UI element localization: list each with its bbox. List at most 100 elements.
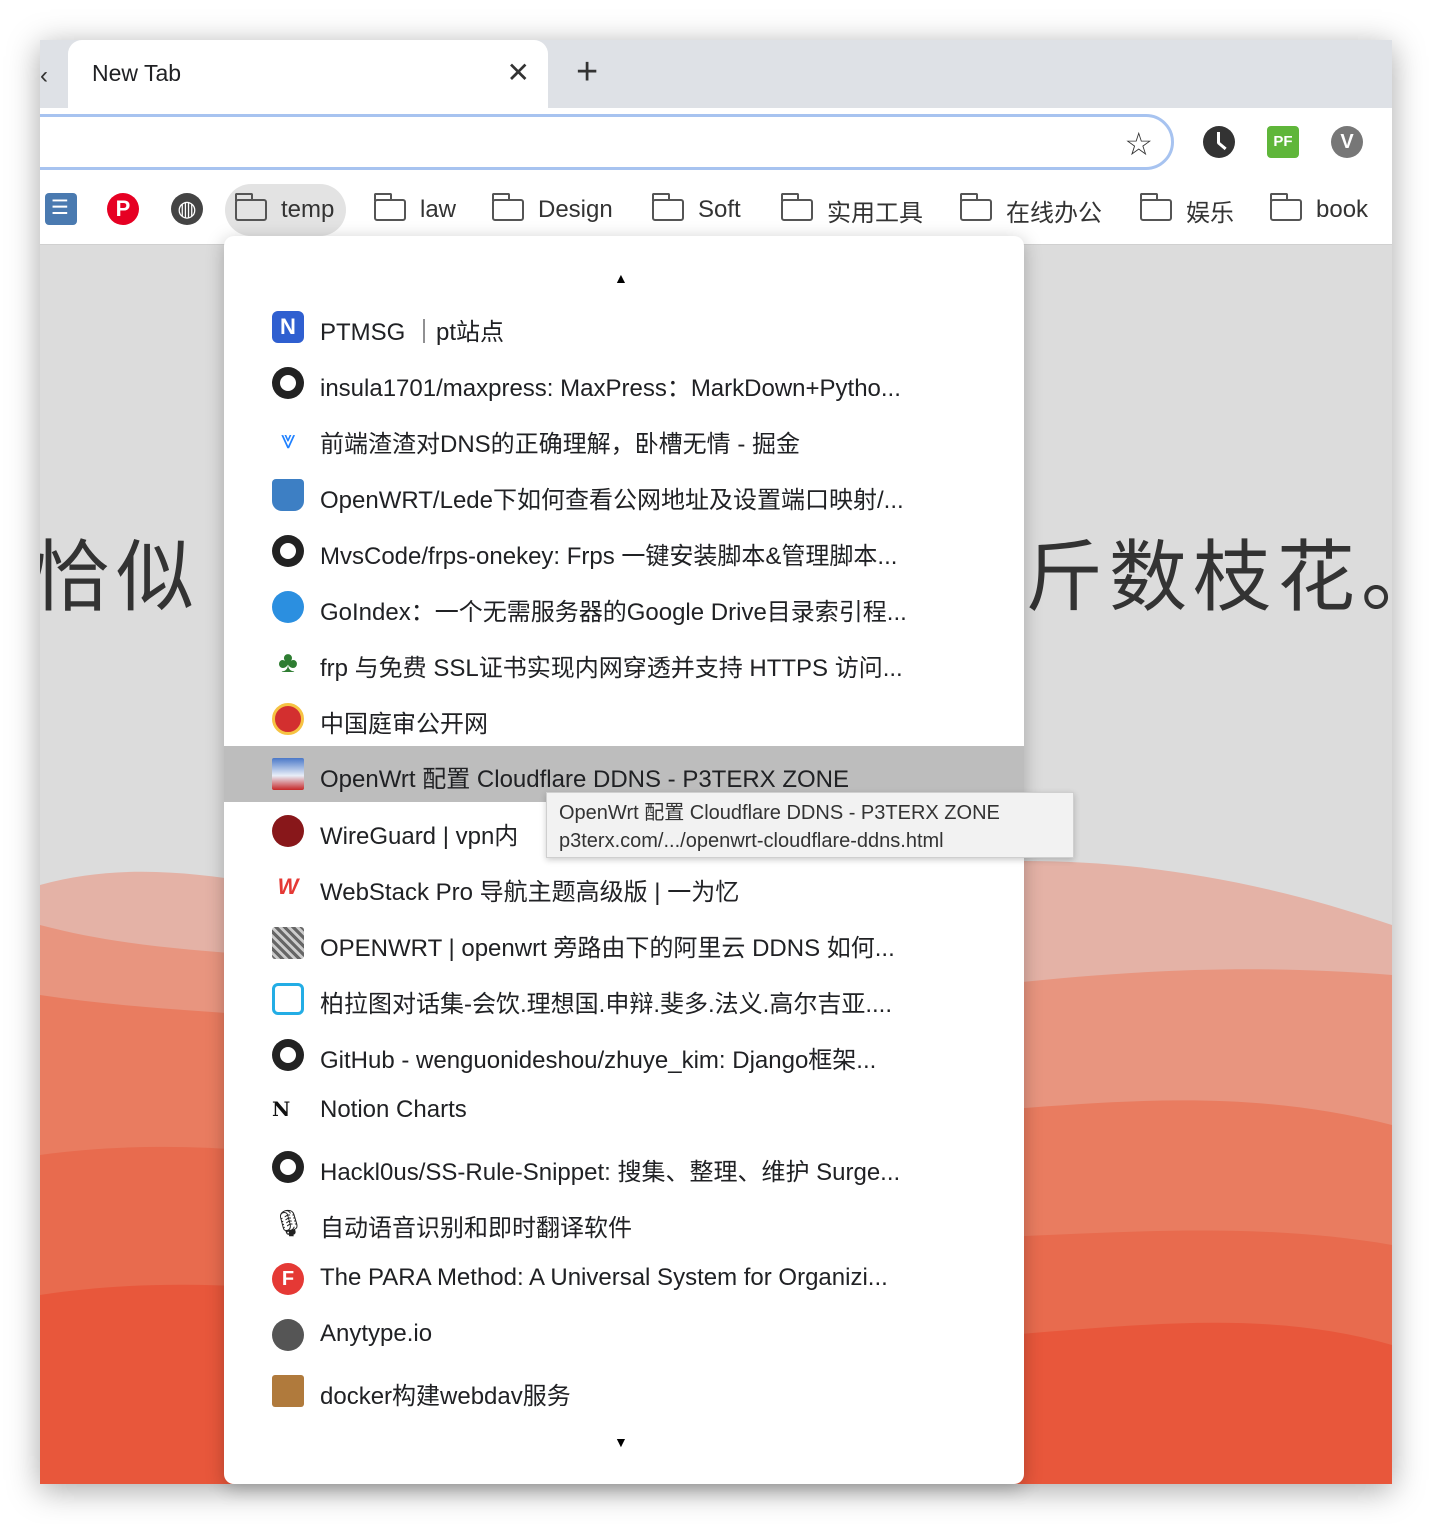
new-tab-button[interactable]: + — [576, 52, 598, 92]
bookmark-folder-label: book — [1316, 196, 1369, 223]
bookmark-folder-tools[interactable]: 实用工具 — [780, 184, 923, 236]
bookmark-folder-label: 实用工具 — [827, 199, 923, 227]
menu-item-label: 前端渣渣对DNS的正确理解，卧槽无情 - 掘金 — [320, 431, 800, 458]
microphone-icon: 🎙 — [272, 1208, 306, 1238]
menu-item-label: MvsCode/frps-onekey: Frps 一键安装脚本&管理脚本... — [320, 543, 898, 570]
ptmsg-icon: N — [272, 311, 304, 343]
menu-item[interactable]: ⩔ 前端渣渣对DNS的正确理解，卧槽无情 - 掘金 — [224, 411, 1024, 467]
folder-icon — [651, 193, 684, 221]
folder-icon — [373, 193, 406, 221]
menu-item-label: OpenWRT/Lede下如何查看公网地址及设置端口映射/... — [320, 487, 904, 514]
menu-item[interactable]: Hackl0us/SS-Rule-Snippet: 搜集、整理、维护 Surge… — [224, 1139, 1024, 1195]
menu-item[interactable]: F The PARA Method: A Universal System fo… — [224, 1251, 1024, 1307]
bookmark-list-icon[interactable] — [45, 193, 77, 225]
bookmarks-bar: P ◍ temp law Design Soft 实用工具 在线办公 娱乐 — [40, 176, 1392, 245]
bookmark-folder-label: Design — [538, 196, 613, 223]
book-icon — [272, 479, 304, 511]
bookmark-star-icon[interactable]: ☆ — [1124, 125, 1153, 163]
menu-item[interactable]: OpenWRT/Lede下如何查看公网地址及设置端口映射/... — [224, 467, 1024, 523]
bookmark-folder-menu: ▲ N PTMSG ｜pt站点 insula1701/maxpress: Max… — [224, 236, 1024, 1484]
address-bar[interactable]: ☆ — [40, 114, 1174, 170]
menu-item[interactable]: ♣ frp 与免费 SSL证书实现内网穿透并支持 HTTPS 访问... — [224, 635, 1024, 691]
menu-item[interactable]: GitHub - wenguonideshou/zhuye_kim: Djang… — [224, 1027, 1024, 1083]
bookmark-folder-label: Soft — [698, 196, 741, 223]
emblem-icon — [272, 703, 304, 735]
menu-scroll-up-icon[interactable]: ▲ — [614, 270, 628, 286]
folder-icon — [780, 193, 813, 221]
bookmark-folder-entertainment[interactable]: 娱乐 — [1139, 184, 1234, 236]
openwrt-icon — [272, 927, 304, 959]
bookmark-folder-temp[interactable]: temp — [225, 184, 347, 236]
bookmark-folder-law[interactable]: law — [373, 184, 457, 236]
menu-item[interactable]: insula1701/maxpress: MaxPress：MarkDown+P… — [224, 355, 1024, 411]
menu-item-label: The PARA Method: A Universal System for … — [320, 1264, 888, 1291]
menu-item[interactable]: docker构建webdav服务 — [224, 1363, 1024, 1419]
github-icon — [272, 535, 304, 567]
poem-left-text: 恰似 — [40, 533, 201, 623]
tooltip-url: p3terx.com/.../openwrt-cloudflare-ddns.h… — [559, 830, 944, 852]
menu-item-label: Hackl0us/SS-Rule-Snippet: 搜集、整理、维护 Surge… — [320, 1159, 901, 1186]
bookmark-folder-book[interactable]: book — [1269, 184, 1369, 236]
github-icon — [272, 1151, 304, 1183]
tab-new-tab[interactable]: New Tab ✕ — [68, 40, 548, 108]
bookmark-folder-label: 在线办公 — [1006, 199, 1102, 227]
doraemon-icon — [272, 591, 304, 623]
menu-item[interactable]: 柏拉图对话集-会饮.理想国.申辩.斐多.法义.高尔吉亚.... — [224, 971, 1024, 1027]
menu-item-label: 中国庭审公开网 — [320, 711, 488, 738]
menu-item-label: WireGuard | vpn内 — [320, 823, 519, 850]
github-icon — [272, 367, 304, 399]
bookmark-folder-label: 娱乐 — [1186, 199, 1234, 227]
tab-scroll-left-icon[interactable]: ‹ — [40, 62, 48, 90]
folder-icon — [491, 193, 524, 221]
bilibili-icon — [272, 983, 304, 1015]
menu-item[interactable]: GoIndex：一个无需服务器的Google Drive目录索引程... — [224, 579, 1024, 635]
notion-vip-icon: N — [272, 1097, 291, 1121]
bookmark-tooltip: OpenWrt 配置 Cloudflare DDNS - P3TERX ZONE… — [546, 792, 1074, 858]
bookmark-folder-soft[interactable]: Soft — [651, 184, 741, 236]
folder-icon — [959, 193, 992, 221]
folder-icon — [234, 193, 267, 221]
menu-item[interactable]: N Notion Charts — [224, 1083, 1024, 1139]
clover-icon: ♣ — [278, 646, 298, 679]
bookmark-globe-icon[interactable]: ◍ — [171, 193, 203, 225]
bookmark-folder-office[interactable]: 在线办公 — [959, 184, 1102, 236]
bookmark-folder-label: temp — [281, 196, 335, 223]
menu-item-label: GoIndex：一个无需服务器的Google Drive目录索引程... — [320, 599, 907, 626]
poem-right-text: 斤数枝花。 — [1025, 533, 1392, 623]
tab-strip: ‹ New Tab ✕ + — [40, 40, 1392, 108]
bookmark-folder-label: law — [420, 196, 457, 223]
menu-item-label: OPENWRT | openwrt 旁路由下的阿里云 DDNS 如何... — [320, 935, 895, 962]
toolbar: ☆ PF V — [40, 108, 1392, 176]
menu-item[interactable]: W WebStack Pro 导航主题高级版 | 一为忆 — [224, 859, 1024, 915]
v-extension-icon[interactable]: V — [1331, 126, 1363, 158]
menu-item-label: insula1701/maxpress: MaxPress：MarkDown+P… — [320, 375, 901, 402]
github-icon — [272, 1039, 304, 1071]
menu-item[interactable]: MvsCode/frps-onekey: Frps 一键安装脚本&管理脚本... — [224, 523, 1024, 579]
forte-icon: F — [272, 1263, 304, 1295]
bookmark-pinterest-icon[interactable]: P — [107, 193, 139, 225]
bookmark-folder-design[interactable]: Design — [491, 184, 613, 236]
menu-item-label: Anytype.io — [320, 1320, 433, 1347]
menu-scroll-down-icon[interactable]: ▼ — [614, 1434, 628, 1450]
menu-item-label: docker构建webdav服务 — [320, 1383, 571, 1410]
menu-item-label: 自动语音识别和即时翻译软件 — [320, 1215, 632, 1242]
close-tab-icon[interactable]: ✕ — [507, 56, 530, 89]
menu-item[interactable]: OPENWRT | openwrt 旁路由下的阿里云 DDNS 如何... — [224, 915, 1024, 971]
history-extension-icon[interactable] — [1203, 126, 1235, 158]
tooltip-title: OpenWrt 配置 Cloudflare DDNS - P3TERX ZONE — [559, 802, 1000, 824]
menu-item[interactable]: Anytype.io — [224, 1307, 1024, 1363]
wireguard-icon — [272, 815, 304, 847]
tab-title: New Tab — [92, 60, 182, 86]
menu-item-label: GitHub - wenguonideshou/zhuye_kim: Djang… — [320, 1047, 877, 1074]
webstack-icon: W — [277, 874, 299, 899]
menu-item[interactable]: 中国庭审公开网 — [224, 691, 1024, 747]
menu-item[interactable]: N PTMSG ｜pt站点 — [224, 299, 1024, 355]
menu-item-label: Notion Charts — [320, 1096, 467, 1123]
menu-item[interactable]: 🎙 自动语音识别和即时翻译软件 — [224, 1195, 1024, 1251]
menu-item-label: PTMSG ｜pt站点 — [320, 319, 505, 346]
pf-extension-icon[interactable]: PF — [1267, 126, 1299, 158]
p3terx-icon — [272, 758, 304, 790]
menu-item-label: 柏拉图对话集-会饮.理想国.申辩.斐多.法义.高尔吉亚.... — [320, 991, 893, 1018]
folder-icon — [1269, 193, 1302, 221]
globe-icon — [272, 1319, 304, 1351]
